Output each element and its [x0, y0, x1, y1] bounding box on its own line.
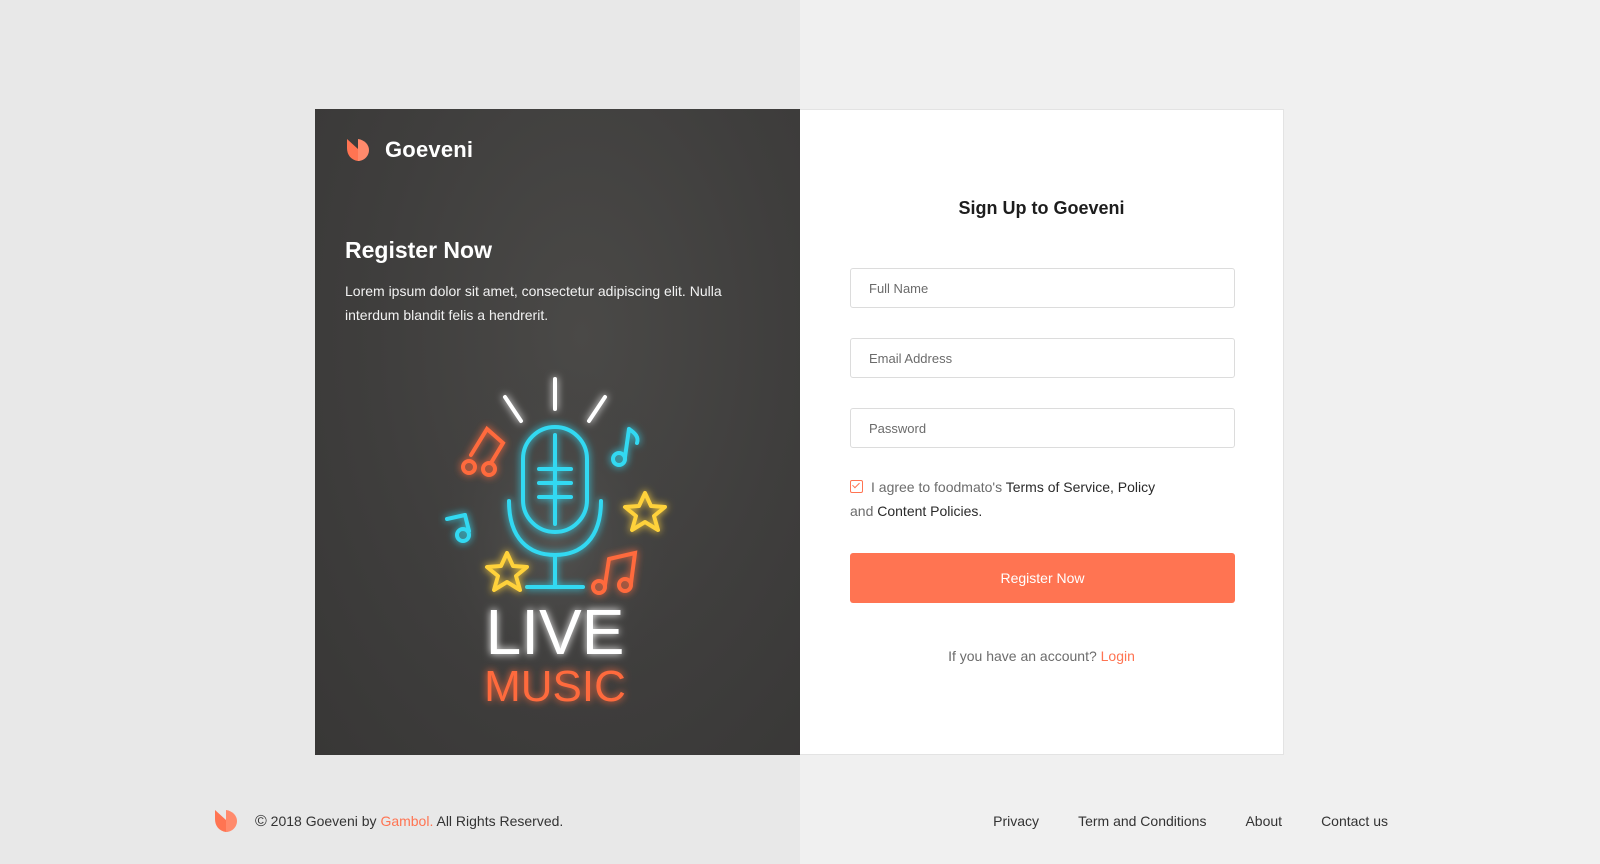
hero-panel: Goeveni Register Now Lorem ipsum dolor s…	[315, 109, 800, 755]
hero-text: Lorem ipsum dolor sit amet, consectetur …	[345, 283, 722, 323]
footer-nav: Privacy Term and Conditions About Contac…	[954, 813, 1388, 829]
footer: © 2018 Goeveni by Gambol. All Rights Res…	[213, 808, 1388, 838]
agree-checkbox[interactable]	[850, 480, 863, 493]
footer-link-contact[interactable]: Contact us	[1321, 813, 1388, 829]
footer-link-about[interactable]: About	[1245, 813, 1282, 829]
agree-prefix: I agree to foodmato's	[871, 479, 1006, 495]
register-button[interactable]: Register Now	[850, 553, 1235, 603]
agree-middle: and	[850, 503, 878, 519]
copyright: © 2018 Goeveni by Gambol. All Rights Res…	[255, 813, 563, 831]
illustration-text-live: LIVE	[486, 596, 625, 668]
copyright-prefix: 2018 Goeveni by	[266, 813, 381, 829]
login-prompt-text: If you have an account?	[948, 648, 1101, 664]
goeveni-logo-icon[interactable]	[213, 808, 239, 834]
full-name-input[interactable]	[850, 268, 1235, 308]
illustration-text-music: MUSIC	[484, 662, 626, 711]
footer-link-terms[interactable]: Term and Conditions	[1078, 813, 1206, 829]
signup-card: Goeveni Register Now Lorem ipsum dolor s…	[315, 109, 1285, 755]
copyright-suffix: All Rights Reserved.	[433, 813, 564, 829]
content-policies-link[interactable]: Content Policies.	[877, 503, 982, 519]
terms-agreement: I agree to foodmato's Terms of Service, …	[850, 475, 1190, 523]
live-music-neon-illustration: LIVE MUSIC	[425, 369, 685, 714]
gambol-link[interactable]: Gambol.	[380, 813, 433, 829]
login-link[interactable]: Login	[1101, 648, 1135, 664]
footer-link-privacy[interactable]: Privacy	[993, 813, 1039, 829]
brand[interactable]: Goeveni	[345, 137, 473, 163]
hero-title: Register Now	[345, 237, 492, 263]
signup-form-panel: Sign Up to Goeveni I agree to foodmato's…	[800, 109, 1284, 755]
goeveni-logo-icon	[347, 139, 369, 161]
form-title: Sign Up to Goeveni	[958, 198, 1125, 218]
password-input[interactable]	[850, 408, 1235, 448]
brand-name: Goeveni	[385, 137, 474, 162]
email-input[interactable]	[850, 338, 1235, 378]
login-prompt: If you have an account? Login	[800, 648, 1283, 664]
terms-of-service-link[interactable]: Terms of Service, Policy	[1006, 479, 1155, 495]
copyright-symbol: ©	[255, 813, 267, 830]
